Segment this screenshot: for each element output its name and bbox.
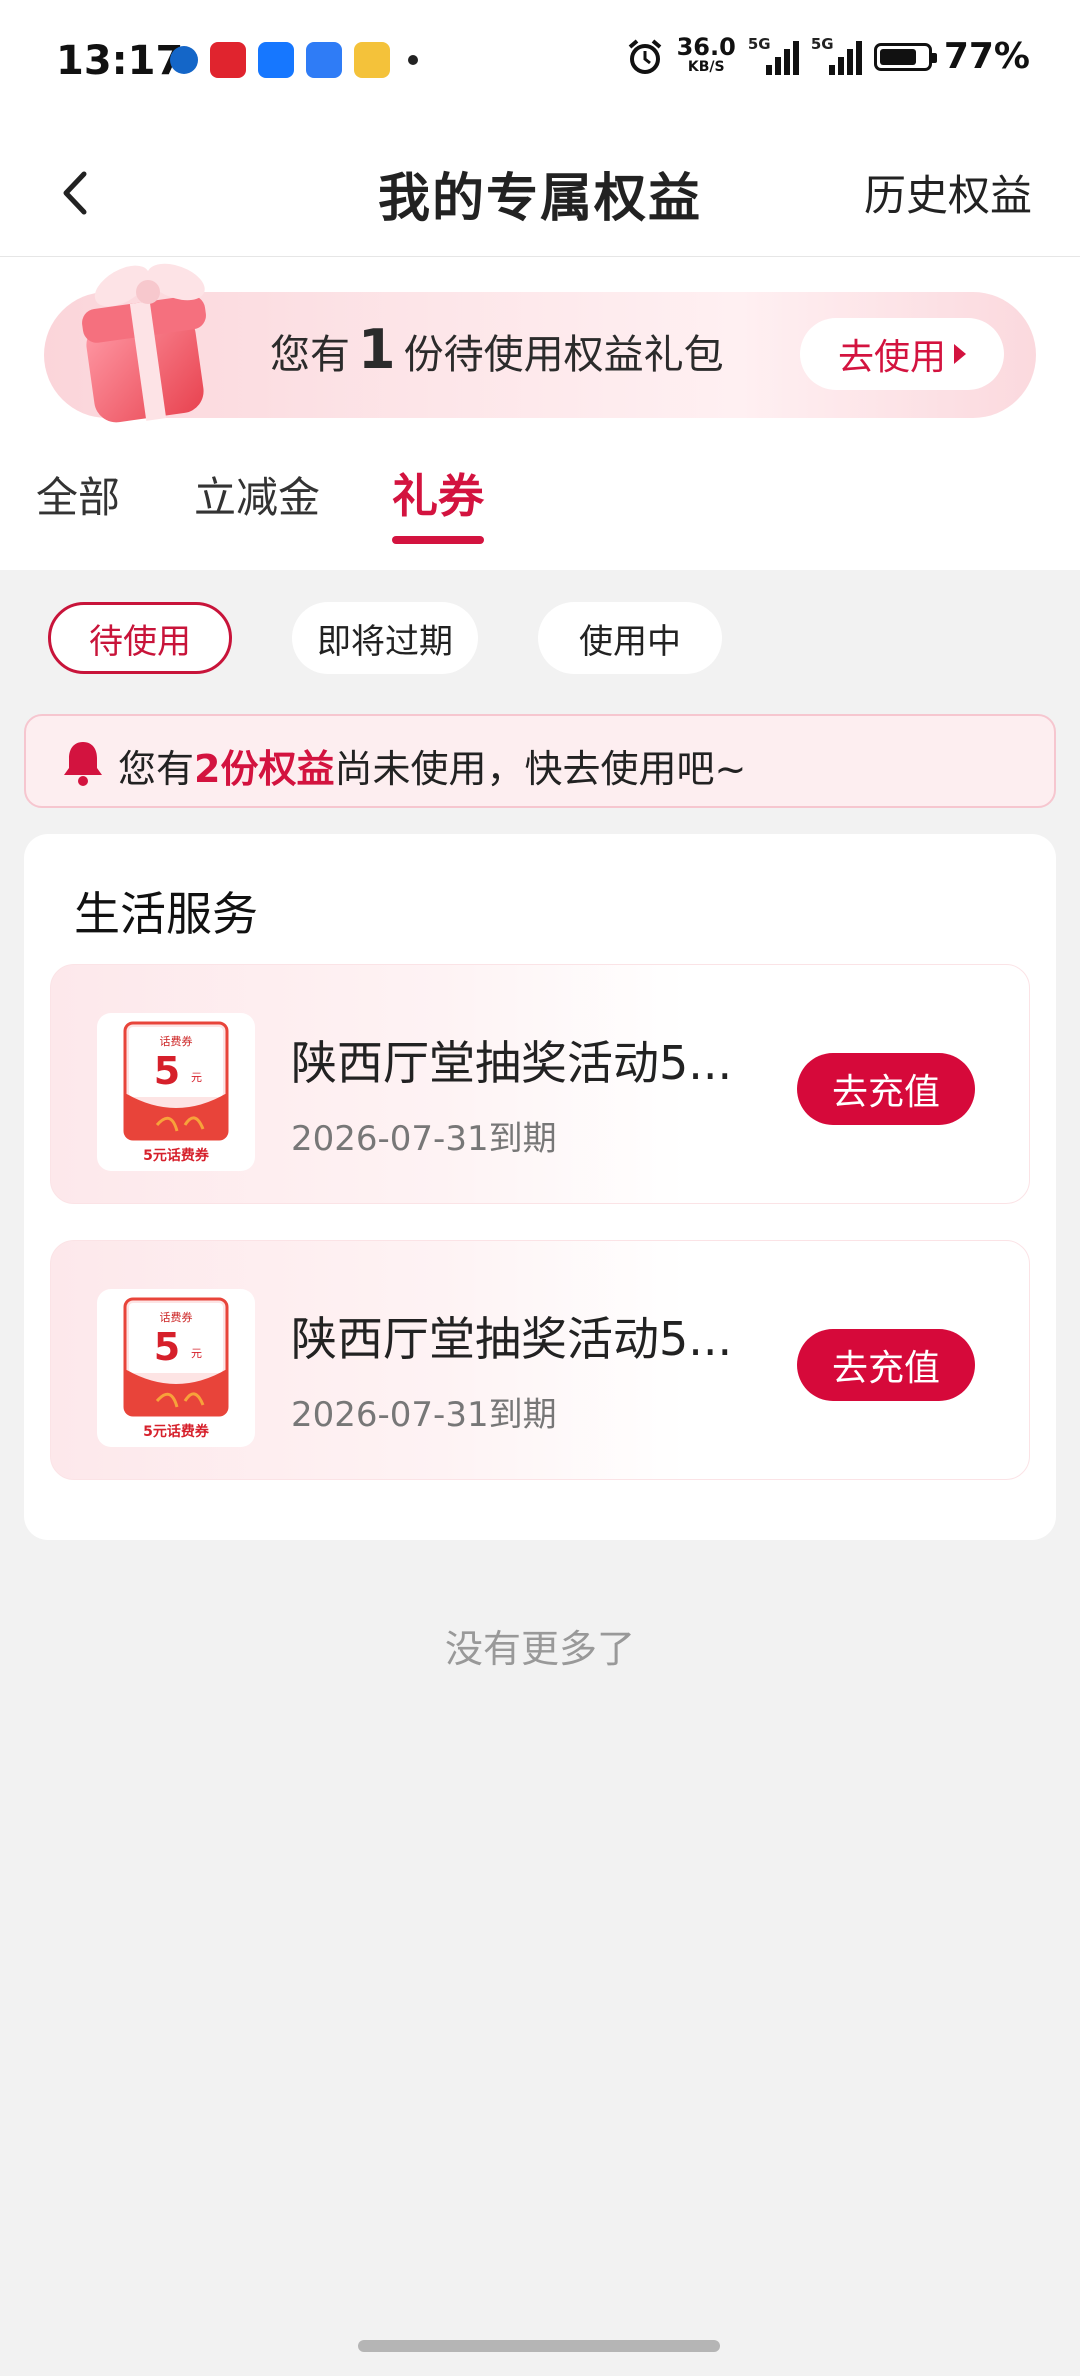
status-bar: 13:17 36.0 KB/S 5G 5G 77% bbox=[0, 0, 1080, 130]
notice-prefix: 您有 bbox=[118, 747, 195, 791]
filter-in-use[interactable]: 使用中 bbox=[538, 602, 722, 674]
battery-percent: 77% bbox=[943, 36, 1030, 77]
coupon-name: 陕西厅堂抽奖活动5... bbox=[291, 1036, 733, 1090]
thumb-top-text: 话费券 bbox=[159, 1311, 193, 1324]
use-now-label: 去使用 bbox=[837, 337, 946, 378]
tab-discount[interactable]: 立减金 bbox=[194, 464, 320, 525]
banner-count: 1 bbox=[358, 318, 396, 381]
game-app-icon bbox=[354, 42, 390, 78]
coupon-expiry: 2026-07-31到期 bbox=[291, 1395, 557, 1435]
thumb-caption: 5元话费券 bbox=[143, 1424, 209, 1440]
more-notifications-dot bbox=[408, 55, 418, 65]
category-tabs: 全部 立减金 礼券 bbox=[0, 458, 1080, 558]
notice-text: 您有2份权益尚未使用，快去使用吧~ bbox=[118, 738, 746, 793]
thumb-top-text: 话费券 bbox=[159, 1035, 193, 1048]
active-tab-indicator bbox=[392, 536, 484, 544]
coupon-item[interactable]: 话费券 5 元 5元话费券 陕西厅堂抽奖活动5... 2026-07-31到期 … bbox=[50, 964, 1030, 1204]
unused-notice: 您有2份权益尚未使用，快去使用吧~ bbox=[24, 714, 1056, 808]
navigation-bar: 我的专属权益 历史权益 bbox=[0, 130, 1080, 257]
coupon-expiry: 2026-07-31到期 bbox=[291, 1119, 557, 1159]
life-service-card: 生活服务 话费券 5 元 5元话费券 陕西厅堂抽奖活动5... 2026-07-… bbox=[24, 834, 1056, 1540]
gift-box-icon bbox=[82, 263, 206, 423]
signal-icon: 5G bbox=[811, 35, 862, 75]
banner-suffix: 份待使用权益礼包 bbox=[403, 332, 724, 378]
notice-suffix: 尚未使用，快去使用吧~ bbox=[334, 747, 747, 791]
section-title: 生活服务 bbox=[74, 887, 258, 941]
use-now-button[interactable]: 去使用 bbox=[800, 318, 1004, 390]
notification-icons bbox=[170, 42, 418, 78]
home-indicator[interactable] bbox=[358, 2340, 720, 2352]
status-indicators: 36.0 KB/S 5G 5G 77% bbox=[625, 35, 1030, 77]
signal-type-2: 5G bbox=[810, 34, 834, 53]
coupon-name: 陕西厅堂抽奖活动5... bbox=[291, 1312, 733, 1366]
coupon-thumbnail: 话费券 5 元 5元话费券 bbox=[97, 1013, 255, 1171]
arrow-right-icon bbox=[954, 344, 966, 364]
tab-all[interactable]: 全部 bbox=[36, 464, 120, 525]
cloud-pay-icon bbox=[210, 42, 246, 78]
no-more-text: 没有更多了 bbox=[444, 1627, 635, 1671]
signal-type-1: 5G bbox=[747, 34, 771, 53]
bank-app-icon bbox=[170, 46, 198, 74]
history-link[interactable]: 历史权益 bbox=[864, 162, 1032, 223]
thumb-amount: 5 bbox=[153, 1325, 181, 1369]
coupon-item[interactable]: 话费券 5 元 5元话费券 陕西厅堂抽奖活动5... 2026-07-31到期 … bbox=[50, 1240, 1030, 1480]
status-time: 13:17 bbox=[56, 38, 184, 84]
thumb-unit: 元 bbox=[191, 1347, 202, 1360]
tab-coupon[interactable]: 礼券 bbox=[392, 460, 484, 526]
notice-highlight: 2份权益 bbox=[194, 747, 335, 791]
recharge-button[interactable]: 去充值 bbox=[797, 1053, 975, 1125]
alarm-icon bbox=[628, 38, 661, 74]
signal-icon: 5G bbox=[748, 35, 799, 75]
battery-icon bbox=[873, 42, 937, 71]
app-folder-icon bbox=[306, 42, 342, 78]
network-speed: 36.0 KB/S bbox=[677, 35, 736, 77]
bell-icon bbox=[64, 742, 102, 786]
thumb-amount: 5 bbox=[153, 1049, 181, 1093]
alipay-icon bbox=[258, 42, 294, 78]
filter-expiring[interactable]: 即将过期 bbox=[292, 602, 478, 674]
thumb-unit: 元 bbox=[191, 1071, 202, 1084]
recharge-button[interactable]: 去充值 bbox=[797, 1329, 975, 1401]
banner-text: 您有 1 份待使用权益礼包 bbox=[270, 318, 724, 381]
thumb-caption: 5元话费券 bbox=[143, 1148, 209, 1164]
filter-pending[interactable]: 待使用 bbox=[48, 602, 232, 674]
banner-prefix: 您有 bbox=[270, 332, 350, 378]
coupon-thumbnail: 话费券 5 元 5元话费券 bbox=[97, 1289, 255, 1447]
